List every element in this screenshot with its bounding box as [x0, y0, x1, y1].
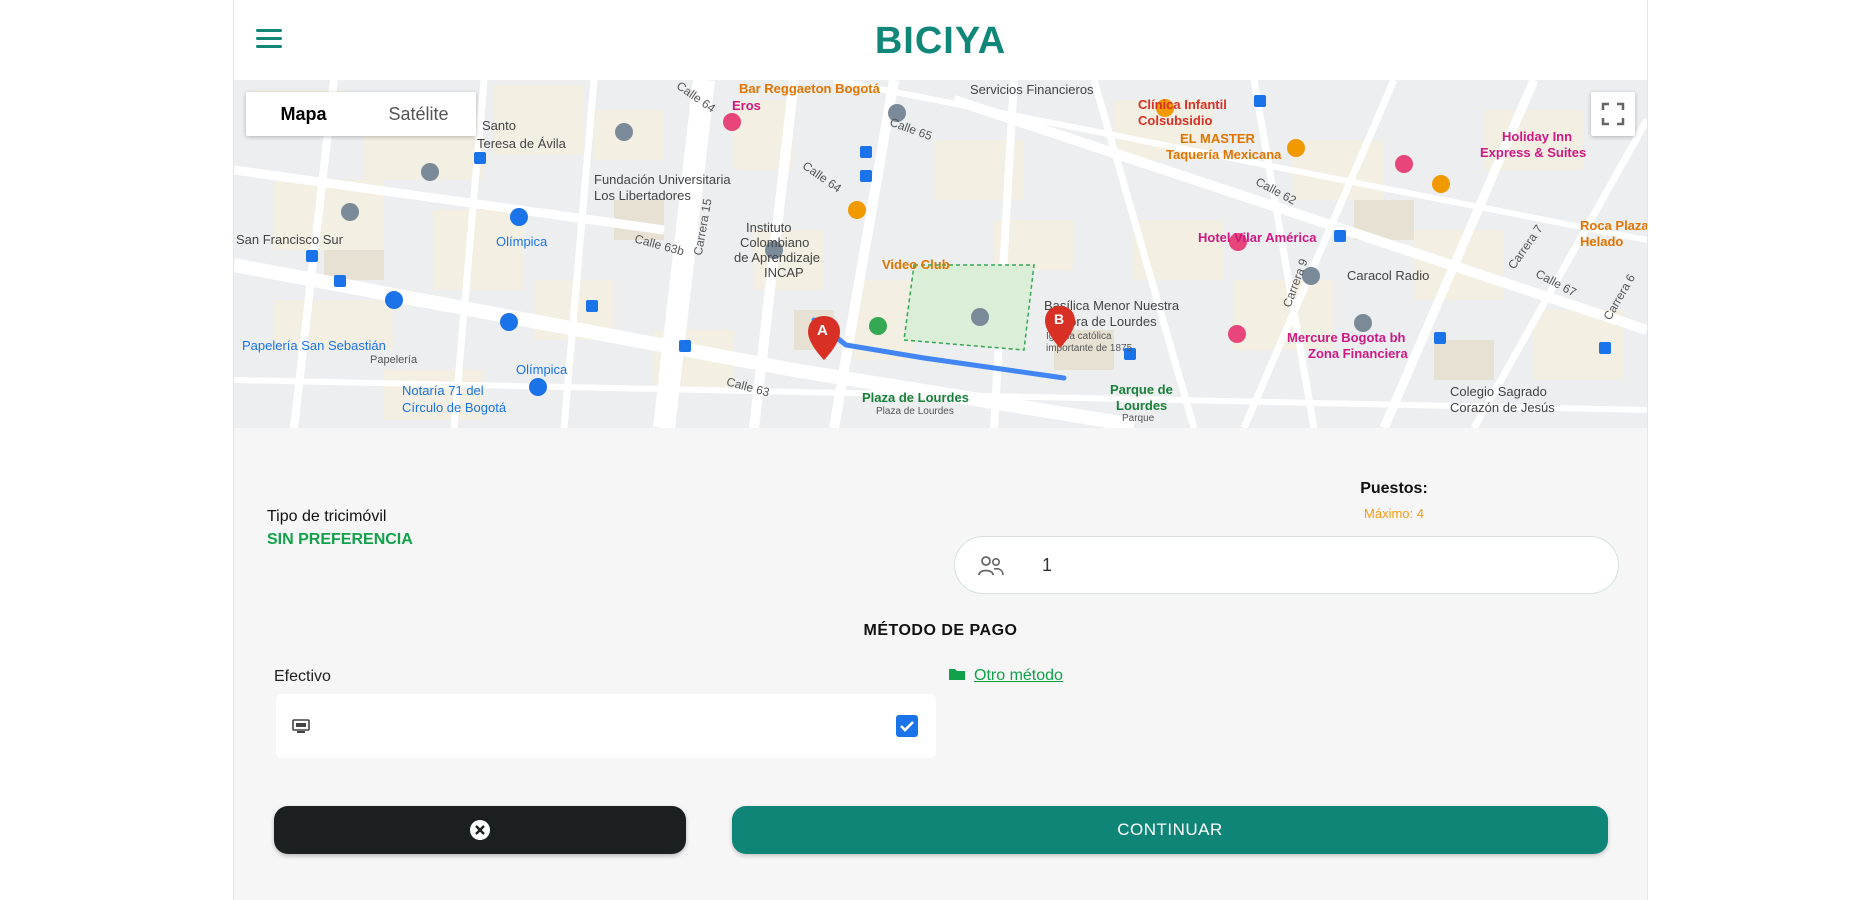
brand-logo: BICIYA	[874, 20, 1007, 62]
map-poi-label: Parque de	[1110, 382, 1173, 397]
map-poi-label: Holiday Inn	[1502, 129, 1573, 144]
map-poi-label: Taquería Mexicana	[1166, 147, 1282, 162]
route-map[interactable]: Mapa Satélite Bar Reggaeton Bogotá Eros …	[234, 80, 1647, 428]
cancel-button[interactable]	[274, 806, 686, 854]
folder-icon	[949, 669, 965, 680]
route-start-letter: A	[817, 322, 828, 339]
map-poi-label: Teresa de Ávila	[477, 136, 566, 151]
map-poi-label: Papelería San Sebastián	[242, 338, 386, 353]
map-poi-label: Colsubsidio	[1138, 113, 1213, 128]
map-poi-label: Colegio Sagrado	[1450, 384, 1547, 399]
cash-option[interactable]	[276, 694, 936, 758]
continue-button[interactable]: CONTINUAR	[732, 806, 1608, 854]
seats-value: 1	[1042, 555, 1053, 575]
map-poi-label: Zona Financiera	[1308, 346, 1408, 361]
map-poi-label: Parque	[1122, 413, 1155, 424]
map-poi-label: Papelería	[370, 354, 418, 366]
map-poi-label: Hotel Vilar América	[1198, 230, 1317, 245]
fullscreen-icon[interactable]	[1591, 92, 1635, 136]
other-method-link[interactable]: Otro método	[974, 667, 1063, 684]
map-poi-label: INCAP	[764, 265, 804, 280]
map-poi-label: Roca Plaza	[1580, 218, 1647, 233]
vehicle-type-label: Tipo de tricimóvil	[267, 508, 387, 525]
map-poi-label: Olímpica	[516, 362, 568, 377]
map-poi-label: Santo	[482, 118, 516, 133]
map-poi-label: EL MASTER	[1180, 131, 1255, 146]
map-poi-label: Eros	[732, 98, 761, 113]
map-poi-label: Mercure Bogota bh	[1287, 330, 1406, 345]
map-poi-label: de Aprendizaje	[734, 250, 821, 265]
app-frame: BICIYA Mapa Satélite Bar Reggaeton Bogot…	[233, 0, 1648, 900]
seats-label: Puestos:	[1360, 480, 1428, 497]
map-poi-label: Bar Reggaeton Bogotá	[739, 81, 880, 96]
map-poi-label: Corazón de Jesús	[1450, 400, 1555, 415]
map-poi-label: Plaza de Lourdes	[862, 390, 969, 405]
vehicle-type-value[interactable]: SIN PREFERENCIA	[267, 531, 413, 549]
map-poi-label: Express & Suites	[1480, 145, 1587, 160]
map-poi-label: Servicios Financieros	[970, 82, 1094, 97]
map-poi-label: San Francisco Sur	[236, 232, 343, 247]
map-poi-label: Video Club	[882, 257, 950, 272]
other-method-row: Otro método	[948, 667, 1063, 685]
map-poi-label: Fundación Universitaria	[594, 172, 731, 187]
seats-max-hint: Máximo: 4	[1364, 506, 1424, 521]
map-poi-label: Colombiano	[740, 235, 810, 250]
app-header: BICIYA	[234, 0, 1647, 80]
close-circle-icon	[470, 820, 490, 840]
map-poi-label: Notaría 71 del	[402, 383, 484, 398]
map-poi-label: Lourdes	[1116, 398, 1168, 413]
checkmark-icon	[900, 721, 914, 732]
map-type-toggle: Mapa Satélite	[246, 92, 476, 136]
map-poi-label: Los Libertadores	[594, 188, 691, 203]
map-type-satelite[interactable]: Satélite	[361, 92, 476, 136]
map-poi-label: Helado	[1580, 234, 1624, 249]
map-poi-label: Plaza de Lourdes	[876, 406, 954, 417]
map-poi-label: Clínica Infantil	[1138, 97, 1227, 112]
route-end-letter: B	[1054, 311, 1065, 327]
map-poi-label: Círculo de Bogotá	[402, 400, 507, 415]
cash-icon	[292, 719, 310, 733]
map-poi-label: Instituto	[746, 220, 792, 235]
map-type-mapa[interactable]: Mapa	[246, 92, 361, 136]
map-poi-label: Caracol Radio	[1347, 268, 1430, 283]
cash-checkbox[interactable]	[896, 715, 918, 737]
payment-method-title: MÉTODO DE PAGO	[863, 622, 1018, 639]
people-icon	[978, 556, 1004, 576]
map-poi-label: Olímpica	[496, 234, 548, 249]
seats-input[interactable]: 1	[954, 536, 1619, 594]
cash-label: Efectivo	[274, 668, 331, 685]
